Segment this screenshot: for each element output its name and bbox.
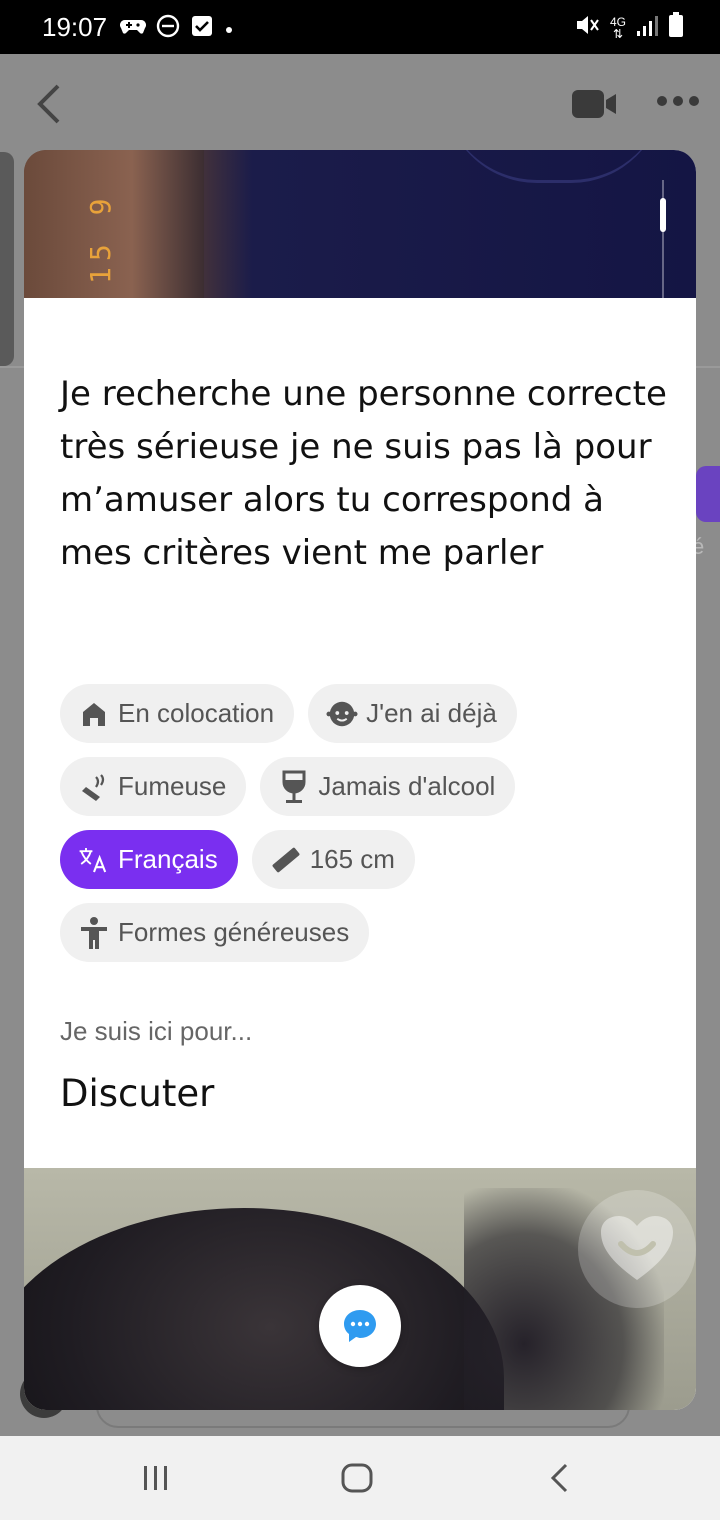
profile-bio: Je recherche une personne correcte très … — [60, 374, 667, 573]
chip-language: Français — [60, 830, 238, 889]
game-controller-icon — [120, 16, 146, 41]
purpose-label: Je suis ici pour... — [60, 1016, 253, 1046]
chip-row: Formes généreuses — [60, 903, 670, 962]
mute-icon — [574, 12, 600, 43]
chip-label: 165 cm — [309, 844, 395, 874]
status-icons-left — [120, 14, 234, 43]
recents-button[interactable] — [140, 1462, 172, 1499]
status-bar: 19:07 4G ⇅ — [0, 0, 720, 54]
chat-bubble-icon — [344, 1310, 376, 1342]
chevron-left-icon — [37, 84, 60, 124]
video-call-button[interactable] — [572, 90, 618, 123]
recents-icon — [144, 1466, 167, 1490]
network-label: 4G — [609, 14, 626, 29]
status-time: 19:07 — [42, 12, 108, 42]
profile-attributes: En colocation J'en ai déjà Fumeuse Jamai… — [60, 684, 670, 976]
profile-photo-top: 15 9 — [24, 150, 696, 308]
cigarette-icon — [78, 771, 110, 803]
like-button[interactable] — [578, 1190, 696, 1308]
back-button[interactable] — [30, 82, 70, 131]
scroll-indicator[interactable] — [660, 198, 666, 232]
chat-button[interactable] — [319, 1285, 401, 1367]
home-icon — [341, 1463, 373, 1493]
checkbox-icon — [190, 14, 214, 43]
more-options-button[interactable] — [656, 94, 700, 113]
chip-label: Français — [118, 844, 218, 874]
more-dots-icon — [657, 96, 699, 106]
chip-height: 165 cm — [251, 830, 415, 889]
chip-label: Formes généreuses — [118, 917, 350, 947]
ruler-icon — [270, 844, 302, 876]
previous-photo-thumbnail[interactable] — [0, 152, 14, 366]
chip-row: Fumeuse Jamais d'alcool — [60, 757, 670, 816]
chip-row: En colocation J'en ai déjà — [60, 684, 670, 743]
video-camera-icon — [572, 90, 616, 118]
4g-icon: 4G ⇅ — [609, 14, 626, 41]
chip-label: Jamais d'alcool — [318, 771, 496, 801]
battery-icon — [668, 12, 684, 43]
chip-smoking: Fumeuse — [60, 757, 247, 816]
status-icons-right: 4G ⇅ — [574, 12, 684, 43]
purpose-value: Discuter — [60, 1072, 215, 1115]
chip-living: En colocation — [60, 684, 295, 743]
chip-body-type: Formes généreuses — [60, 903, 370, 962]
behind-purple-button — [696, 466, 720, 522]
chip-label: En colocation — [118, 698, 275, 728]
system-nav-bar — [0, 1436, 720, 1520]
chip-label: Fumeuse — [118, 771, 227, 801]
house-icon — [78, 698, 110, 730]
photo-numbers: 15 9 — [84, 192, 117, 284]
chip-children: J'en ai déjà — [308, 684, 517, 743]
back-icon — [550, 1463, 568, 1493]
person-icon — [78, 916, 110, 949]
translate-icon — [78, 844, 110, 876]
photo-neckline — [444, 150, 664, 183]
chip-row: Français 165 cm — [60, 830, 670, 889]
home-button[interactable] — [340, 1462, 374, 1499]
chip-label: J'en ai déjà — [366, 698, 497, 728]
photo-hair — [24, 1208, 504, 1410]
dot-icon — [224, 14, 234, 43]
back-nav-button[interactable] — [546, 1462, 574, 1499]
baby-face-icon — [326, 698, 358, 730]
profile-card[interactable]: 15 9 Je recherche une personne correcte … — [24, 150, 696, 1410]
signal-icon — [636, 13, 658, 42]
chip-alcohol: Jamais d'alcool — [260, 757, 516, 816]
smile-heart-icon — [601, 1216, 673, 1280]
do-not-disturb-icon — [156, 14, 180, 43]
wine-glass-icon — [278, 770, 310, 803]
